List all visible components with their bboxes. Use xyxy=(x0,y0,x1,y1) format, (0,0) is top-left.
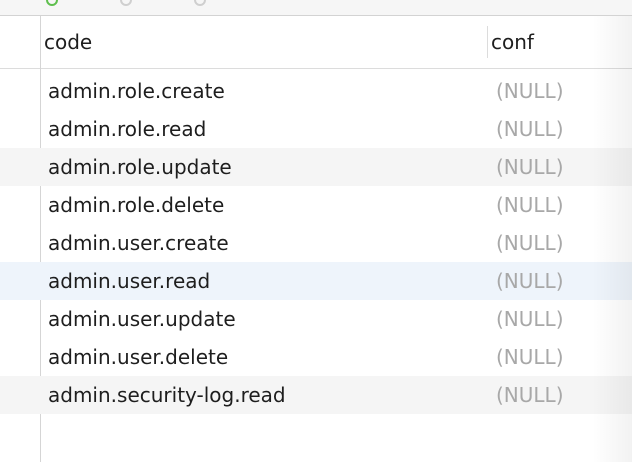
cell-conf[interactable]: (NULL) xyxy=(496,224,564,262)
table-row[interactable]: admin.role.read (NULL) xyxy=(0,110,632,148)
table-header: code conf xyxy=(0,16,632,69)
cell-code[interactable]: admin.role.update xyxy=(48,148,232,186)
cell-conf[interactable]: (NULL) xyxy=(496,376,564,414)
table-row[interactable]: admin.role.create (NULL) xyxy=(0,72,632,110)
cell-conf[interactable]: (NULL) xyxy=(496,300,564,338)
cell-conf[interactable]: (NULL) xyxy=(496,338,564,376)
table-row[interactable]: admin.role.delete (NULL) xyxy=(0,186,632,224)
column-header-conf[interactable]: conf xyxy=(491,16,534,68)
column-header-code[interactable]: code xyxy=(44,16,92,68)
cell-code[interactable]: admin.user.delete xyxy=(48,338,228,376)
table-row[interactable]: admin.user.update (NULL) xyxy=(0,300,632,338)
toolbar-button-icon[interactable] xyxy=(194,0,206,6)
toolbar-button-icon[interactable] xyxy=(120,0,132,6)
cell-code[interactable]: admin.user.update xyxy=(48,300,236,338)
cell-code[interactable]: admin.role.read xyxy=(48,110,206,148)
cell-code[interactable]: admin.user.read xyxy=(48,262,210,300)
table-row[interactable]: admin.user.read (NULL) xyxy=(0,262,632,300)
table-row[interactable]: admin.user.delete (NULL) xyxy=(0,338,632,376)
table-window: code conf admin.role.create (NULL) admin… xyxy=(0,0,632,462)
table-row[interactable]: admin.security-log.read (NULL) xyxy=(0,376,632,414)
cell-conf[interactable]: (NULL) xyxy=(496,72,564,110)
column-resize-handle[interactable] xyxy=(487,26,488,58)
cell-conf[interactable]: (NULL) xyxy=(496,262,564,300)
status-indicator-icon[interactable] xyxy=(46,0,58,6)
cell-code[interactable]: admin.security-log.read xyxy=(48,376,286,414)
table-row[interactable]: admin.user.create (NULL) xyxy=(0,224,632,262)
table-row[interactable]: admin.role.update (NULL) xyxy=(0,148,632,186)
cell-code[interactable]: admin.user.create xyxy=(48,224,229,262)
cell-conf[interactable]: (NULL) xyxy=(496,148,564,186)
cell-code[interactable]: admin.role.create xyxy=(48,72,225,110)
cell-code[interactable]: admin.role.delete xyxy=(48,186,224,224)
cell-conf[interactable]: (NULL) xyxy=(496,186,564,224)
toolbar-strip xyxy=(0,0,632,16)
cell-conf[interactable]: (NULL) xyxy=(496,110,564,148)
table-body: admin.role.create (NULL) admin.role.read… xyxy=(0,72,632,414)
